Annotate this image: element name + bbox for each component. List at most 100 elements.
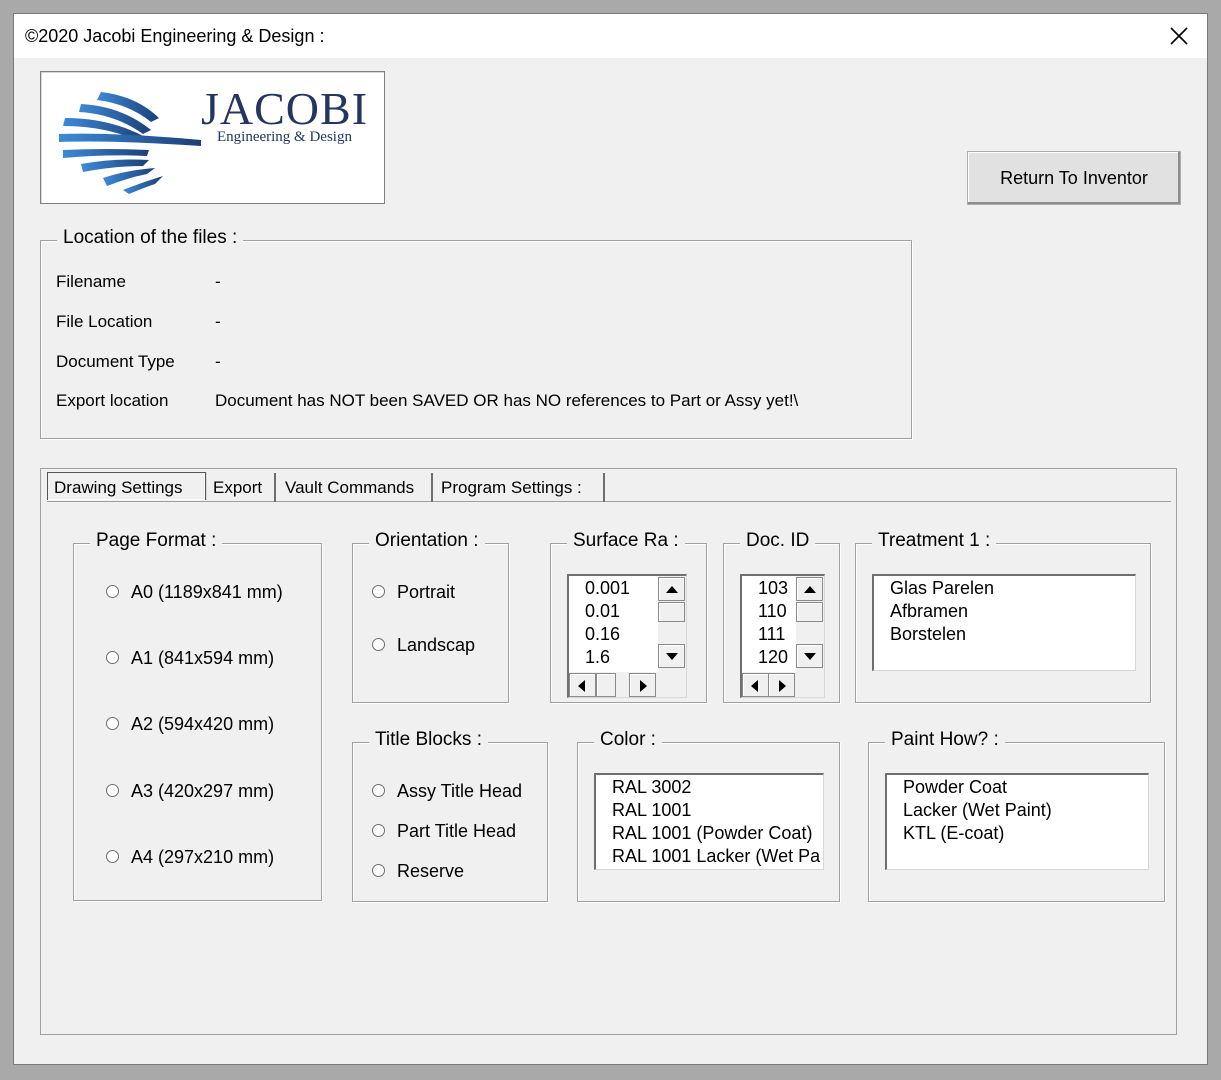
radio-a4-label: A4 (297x210 mm) — [131, 847, 275, 867]
doc-id-frame: Doc. ID 103 110 111 120 — [723, 530, 840, 703]
list-item[interactable]: Powder Coat — [903, 776, 1007, 799]
arrow-left-icon — [751, 680, 758, 692]
arrow-right-icon — [640, 680, 647, 692]
list-item[interactable]: 1.6 — [585, 646, 610, 669]
horizontal-scrollbar[interactable] — [742, 672, 824, 697]
arrow-up-icon — [666, 586, 678, 593]
document-type-label: Document Type — [56, 352, 175, 371]
radio-dot — [106, 716, 119, 730]
scroll-up-button[interactable] — [658, 577, 685, 601]
radio-a2-label: A2 (594x420 mm) — [131, 714, 275, 734]
tab-program-settings[interactable]: Program Settings : — [435, 473, 605, 502]
list-item[interactable]: 120 — [758, 646, 788, 669]
radio-a2[interactable]: A2 (594x420 mm) — [106, 714, 274, 735]
radio-part-title-head[interactable]: Part Title Head — [372, 821, 516, 842]
list-item[interactable]: Borstelen — [890, 623, 966, 646]
list-item[interactable]: KTL (E-coat) — [903, 822, 1004, 845]
list-item[interactable]: Glas Parelen — [890, 577, 994, 600]
radio-a4[interactable]: A4 (297x210 mm) — [106, 847, 274, 868]
surface-ra-listbox[interactable]: 0.001 0.01 0.16 1.6 — [567, 574, 687, 698]
radio-landscape[interactable]: Landscap — [372, 635, 475, 656]
filename-value: - — [215, 272, 221, 291]
scroll-up-button[interactable] — [796, 577, 823, 601]
radio-a3[interactable]: A3 (420x297 mm) — [106, 781, 274, 802]
surface-ra-frame: Surface Ra : 0.001 0.01 0.16 1.6 — [550, 530, 707, 703]
scroll-right-button[interactable] — [629, 673, 656, 697]
list-item[interactable]: RAL 1001 — [612, 799, 691, 822]
arrow-right-icon — [779, 680, 786, 692]
vertical-scrollbar[interactable] — [796, 576, 824, 672]
radio-dot — [106, 584, 119, 598]
page-format-frame: Page Format : A0 (1189x841 mm) A1 (841x5… — [73, 530, 322, 901]
radio-reserve-label: Reserve — [397, 861, 465, 881]
list-item[interactable]: 0.16 — [585, 623, 620, 646]
logo-swoosh-icon — [59, 92, 201, 194]
arrow-left-icon — [578, 680, 585, 692]
list-item[interactable]: 110 — [758, 600, 787, 623]
treatment-frame: Treatment 1 : Glas Parelen Afbramen Bors… — [855, 530, 1151, 703]
orientation-frame: Orientation : Portrait Landscap — [352, 530, 509, 703]
tab-drawing-settings[interactable]: Drawing Settings — [47, 472, 206, 500]
doc-id-caption: Doc. ID — [740, 530, 816, 552]
color-caption: Color : — [594, 729, 662, 751]
radio-a0-label: A0 (1189x841 mm) — [131, 582, 283, 602]
paint-how-caption: Paint How? : — [885, 729, 1005, 751]
logo-name: JACOBI — [201, 83, 369, 134]
color-frame: Color : RAL 3002 RAL 1001 RAL 1001 (Powd… — [577, 729, 840, 902]
title-blocks-caption: Title Blocks : — [369, 729, 488, 751]
scroll-left-button[interactable] — [742, 673, 769, 697]
close-button[interactable] — [1151, 14, 1207, 58]
list-item[interactable]: 111 — [758, 623, 785, 646]
company-logo: JACOBI Engineering & Design — [40, 71, 385, 204]
color-listbox[interactable]: RAL 3002 RAL 1001 RAL 1001 (Powder Coat)… — [594, 773, 824, 870]
tab-export[interactable]: Export — [207, 473, 276, 502]
list-item[interactable]: RAL 3002 — [612, 776, 691, 799]
tab-vault-commands[interactable]: Vault Commands — [279, 473, 433, 502]
radio-dot — [372, 863, 385, 877]
horizontal-scrollbar[interactable] — [569, 672, 686, 697]
radio-dot — [372, 637, 385, 651]
scroll-left-button[interactable] — [569, 673, 596, 697]
export-location-value: Document has NOT been SAVED OR has NO re… — [215, 391, 799, 410]
paint-how-listbox[interactable]: Powder Coat Lacker (Wet Paint) KTL (E-co… — [885, 773, 1149, 870]
vertical-scrollbar[interactable] — [658, 576, 686, 672]
arrow-up-icon — [804, 586, 816, 593]
files-frame-caption: Location of the files : — [57, 227, 244, 249]
list-item[interactable]: Lacker (Wet Paint) — [903, 799, 1052, 822]
list-item[interactable]: 0.01 — [585, 600, 620, 623]
title-blocks-frame: Title Blocks : Assy Title Head Part Titl… — [352, 729, 548, 902]
scroll-thumb[interactable] — [796, 602, 823, 622]
title-bar: ©2020 Jacobi Engineering & Design : — [14, 14, 1207, 58]
document-type-value: - — [215, 352, 221, 371]
list-item[interactable]: RAL 1001 Lacker (Wet Pa — [612, 845, 820, 868]
radio-landscape-label: Landscap — [397, 635, 476, 655]
scroll-right-button[interactable] — [768, 673, 795, 697]
logo-subtitle: Engineering & Design — [217, 129, 352, 145]
list-item[interactable]: Afbramen — [890, 600, 968, 623]
paint-how-frame: Paint How? : Powder Coat Lacker (Wet Pai… — [868, 729, 1165, 902]
list-item[interactable]: 0.001 — [585, 577, 630, 600]
radio-part-title-head-label: Part Title Head — [397, 821, 517, 841]
file-location-label: File Location — [56, 312, 153, 331]
radio-portrait[interactable]: Portrait — [372, 582, 455, 603]
radio-a1[interactable]: A1 (841x594 mm) — [106, 648, 274, 669]
treatment-caption: Treatment 1 : — [872, 530, 997, 552]
radio-dot — [372, 823, 385, 837]
radio-a3-label: A3 (420x297 mm) — [131, 781, 275, 801]
doc-id-listbox[interactable]: 103 110 111 120 — [740, 574, 825, 698]
radio-assy-title-head[interactable]: Assy Title Head — [372, 781, 522, 802]
list-item[interactable]: 103 — [758, 577, 788, 600]
list-item[interactable]: RAL 1001 (Powder Coat) — [612, 822, 812, 845]
surface-ra-caption: Surface Ra : — [567, 530, 685, 552]
scroll-thumb[interactable] — [596, 673, 616, 697]
return-to-inventor-button[interactable]: Return To Inventor — [967, 151, 1181, 205]
scroll-thumb[interactable] — [658, 602, 685, 622]
radio-dot — [106, 783, 119, 797]
scroll-down-button[interactable] — [658, 644, 685, 668]
radio-dot — [372, 783, 385, 797]
treatment-listbox[interactable]: Glas Parelen Afbramen Borstelen — [872, 574, 1136, 671]
scroll-down-button[interactable] — [796, 644, 823, 668]
radio-a0[interactable]: A0 (1189x841 mm) — [106, 582, 283, 603]
radio-dot — [106, 650, 119, 664]
radio-reserve[interactable]: Reserve — [372, 861, 464, 882]
